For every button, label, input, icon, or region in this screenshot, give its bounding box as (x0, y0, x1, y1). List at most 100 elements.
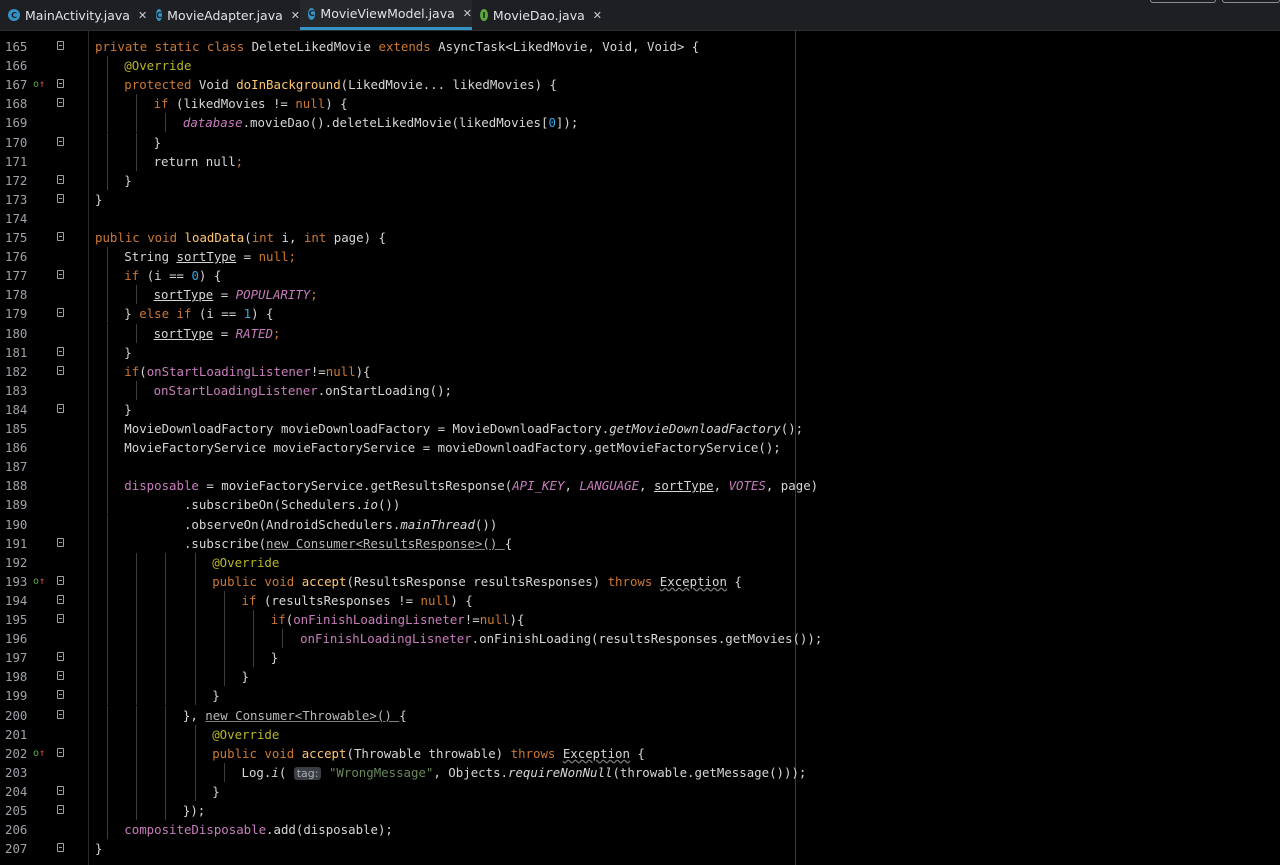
code-token: (likedMovies != (175, 96, 296, 112)
tab-label: MovieViewModel.java (320, 6, 455, 21)
close-icon[interactable]: ✕ (593, 9, 602, 22)
tab-movie-adapter[interactable]: C MovieAdapter.java ✕ (148, 0, 300, 30)
fold-toggle-icon[interactable] (57, 537, 64, 547)
code-line[interactable]: 178 sortType = POPULARITY; (0, 285, 1280, 305)
fold-toggle-icon[interactable] (57, 79, 64, 89)
indent-guide (223, 610, 225, 629)
fold-toggle-icon[interactable] (57, 308, 64, 318)
code-token: "WrongMessage" (328, 764, 434, 780)
indent-guide (165, 590, 167, 610)
code-line[interactable]: 189 .subscribeOn(Schedulers.io()) (0, 495, 1280, 515)
code-line[interactable]: 166 @Override (0, 56, 1280, 76)
code-line[interactable]: 196 onFinishLoadingLisneter.onFinishLoadi… (0, 629, 1280, 649)
code-line[interactable]: 193 o↑ public void accept(ResultsResponse … (0, 571, 1280, 591)
code-line[interactable]: 207} (0, 839, 1280, 858)
code-line[interactable]: 188 disposable = movieFactoryService.getR… (0, 476, 1280, 496)
indent-guide (106, 533, 108, 553)
code-line[interactable]: 174 (0, 209, 1280, 228)
fold-toggle-icon[interactable] (57, 174, 64, 184)
fold-toggle-icon[interactable] (57, 365, 64, 375)
line-number: 205 (5, 803, 28, 818)
code-text: sortType = POPULARITY; (154, 285, 318, 304)
fold-toggle-icon[interactable] (57, 136, 64, 146)
fold-toggle-icon[interactable] (57, 41, 64, 50)
code-line[interactable]: 165 private static class DeleteLikedMovie… (0, 37, 1280, 56)
code-line[interactable]: 167 o↑ protected Void doInBackground(Liked… (0, 75, 1280, 95)
code-line[interactable]: 172} (0, 170, 1280, 190)
line-number: 168 (5, 96, 28, 112)
fold-toggle-icon[interactable] (57, 785, 64, 795)
window-control-button[interactable] (1150, 0, 1216, 3)
code-line[interactable]: 186 MovieFactoryService movieFactoryServi… (0, 438, 1280, 458)
code-line[interactable]: 177 if (i == 0) { (0, 266, 1280, 286)
code-line[interactable]: 205}); (0, 801, 1280, 820)
code-line[interactable]: 182 if(onStartLoadingListener!=null){ (0, 361, 1280, 381)
indent-guide (135, 132, 137, 152)
code-line[interactable]: 197} (0, 648, 1280, 668)
code-line[interactable]: 187 (0, 457, 1280, 477)
line-number: 178 (5, 287, 28, 303)
fold-toggle-icon[interactable] (57, 575, 64, 585)
fold-toggle-icon[interactable] (57, 270, 64, 280)
code-token: @Override (212, 726, 280, 742)
fold-toggle-icon[interactable] (57, 403, 64, 413)
override-marker-icon[interactable]: o↑ (33, 572, 45, 591)
code-text: database.movieDao().deleteLikedMovie(lik… (183, 113, 578, 132)
window-control-button[interactable] (1222, 0, 1280, 3)
code-token: .subscribe( (124, 535, 267, 551)
fold-toggle-icon[interactable] (57, 805, 64, 814)
code-line[interactable]: 173} (0, 190, 1280, 209)
fold-toggle-icon[interactable] (57, 193, 64, 203)
fold-toggle-icon[interactable] (57, 652, 64, 662)
fold-toggle-icon[interactable] (57, 747, 64, 757)
indent-guide (135, 762, 137, 782)
code-line[interactable]: 169 database.movieDao().deleteLikedMovie(… (0, 113, 1280, 133)
fold-toggle-icon[interactable] (57, 232, 64, 241)
fold-toggle-icon[interactable] (57, 843, 64, 853)
fold-toggle-icon[interactable] (57, 709, 64, 719)
code-line[interactable]: 168 if (likedMovies != null) { (0, 94, 1280, 114)
code-line[interactable]: 180 sortType = RATED; (0, 323, 1280, 343)
override-marker-icon[interactable]: o↑ (33, 744, 45, 763)
code-line[interactable]: 175 public void loadData(int i, int page)… (0, 228, 1280, 247)
code-line[interactable]: 190 .observeOn(AndroidSchedulers.mainThr… (0, 514, 1280, 534)
code-line[interactable]: 198} (0, 667, 1280, 687)
close-icon[interactable]: ✕ (463, 7, 472, 20)
code-line[interactable]: 199} (0, 686, 1280, 706)
code-line[interactable]: 176 String sortType = null; (0, 247, 1280, 267)
tab-main-activity[interactable]: C MainActivity.java ✕ (0, 0, 150, 30)
code-line[interactable]: 183 onStartLoadingListener.onStartLoading… (0, 380, 1280, 400)
line-number: 170 (5, 134, 28, 150)
indent-guide (106, 342, 108, 362)
code-line[interactable]: 194 if (resultsResponses != null) { (0, 590, 1280, 610)
close-icon[interactable]: ✕ (291, 9, 300, 22)
code-line[interactable]: 201 @Override (0, 724, 1280, 744)
code-line[interactable]: 185 MovieDownloadFactory movieDownloadFac… (0, 419, 1280, 438)
override-marker-icon[interactable]: o↑ (33, 75, 45, 94)
tab-movie-dao[interactable]: I MovieDao.java ✕ (472, 0, 602, 30)
fold-toggle-icon[interactable] (57, 614, 64, 623)
code-editor[interactable]: 165 private static class DeleteLikedMovie… (0, 31, 1280, 865)
code-line[interactable]: 179} else if (i == 1) { (0, 304, 1280, 324)
code-line[interactable]: 200}, new Consumer<Throwable>() { (0, 705, 1280, 725)
indent-guide (135, 781, 137, 801)
code-text: protected Void doInBackground(LikedMovie… (124, 75, 557, 94)
code-line[interactable]: 191 .subscribe(new Consumer<ResultsRespo… (0, 533, 1280, 553)
tab-movie-view-model[interactable]: C MovieViewModel.java ✕ (300, 0, 472, 30)
code-line[interactable]: 170} (0, 132, 1280, 152)
code-line[interactable]: 184} (0, 399, 1280, 419)
fold-toggle-icon[interactable] (57, 671, 64, 681)
code-line[interactable]: 206 compositeDisposable.add(disposable); (0, 820, 1280, 840)
close-icon[interactable]: ✕ (138, 9, 147, 22)
fold-toggle-icon[interactable] (57, 594, 64, 604)
code-line[interactable]: 195 if(onFinishLoadingLisneter!=null){ (0, 610, 1280, 629)
code-line[interactable]: 203 Log.i( tag: "WrongMessage", Objects.r… (0, 762, 1280, 782)
code-line[interactable]: 192 @Override (0, 552, 1280, 572)
fold-toggle-icon[interactable] (57, 98, 64, 108)
fold-toggle-icon[interactable] (57, 690, 64, 700)
fold-toggle-icon[interactable] (57, 346, 64, 356)
code-line[interactable]: 171 return null; (0, 151, 1280, 171)
code-line[interactable]: 204} (0, 781, 1280, 801)
code-line[interactable]: 181} (0, 342, 1280, 362)
code-line[interactable]: 202 o↑ public void accept(Throwable throwa… (0, 743, 1280, 763)
